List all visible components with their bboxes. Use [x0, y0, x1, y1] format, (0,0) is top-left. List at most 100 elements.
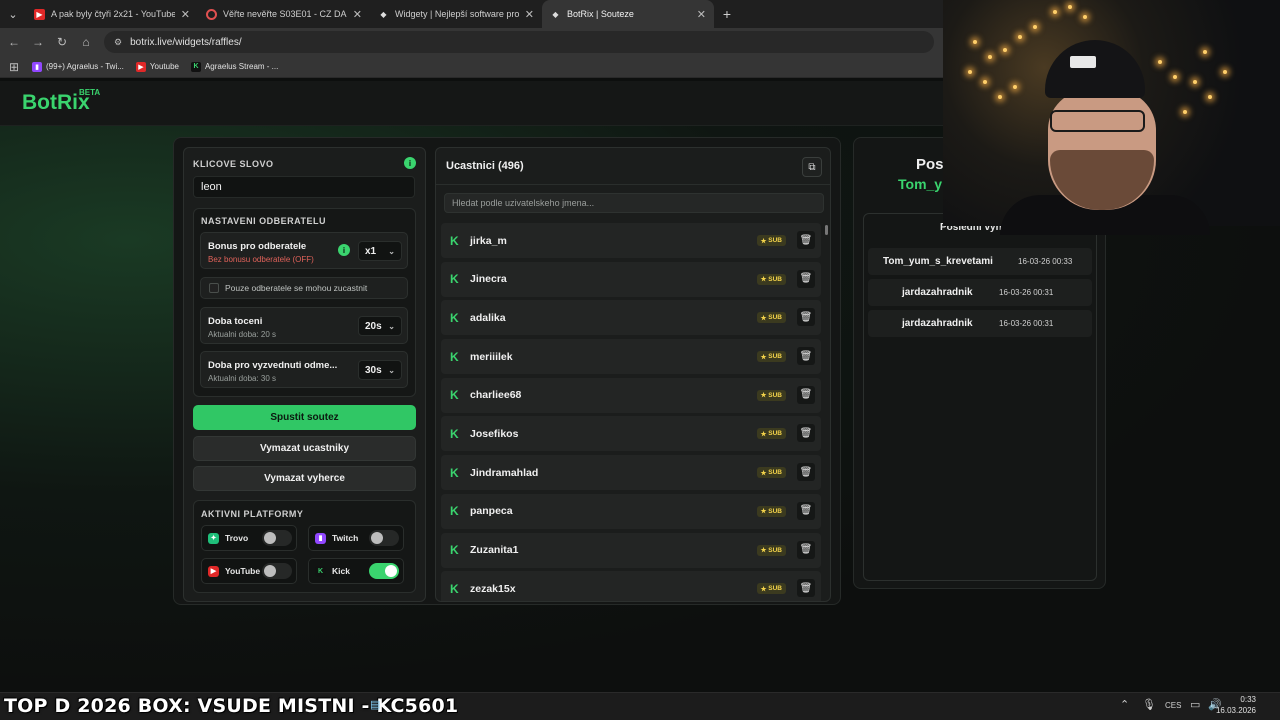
- platform-label: YouTube: [225, 566, 261, 576]
- sub-badge-label: SUB: [768, 353, 782, 361]
- url-text: botrix.live/widgets/raffles/: [130, 36, 242, 48]
- keyword-input[interactable]: leon: [193, 176, 415, 198]
- new-tab-button[interactable]: +: [714, 6, 740, 22]
- sub-badge: ★ SUB: [756, 389, 786, 401]
- bookmark-label: (99+) Agraelus - Twi...: [46, 62, 124, 71]
- bookmark-label: Agraelus Stream - ...: [204, 62, 279, 71]
- copy-icon[interactable]: ⧉: [802, 157, 822, 177]
- platform-toggle[interactable]: [262, 563, 292, 579]
- bookmark-item[interactable]: ▮ (99+) Agraelus - Twi...: [32, 61, 124, 72]
- botrix-icon: ◆: [552, 9, 559, 19]
- trash-icon[interactable]: 🗑: [797, 501, 815, 520]
- trash-icon[interactable]: 🗑: [797, 269, 815, 288]
- browser-tab[interactable]: ▶ A pak byly čtyři 2x21 - YouTube ✕: [26, 0, 198, 28]
- kick-icon: K: [450, 581, 459, 596]
- participant-name: Jinecra: [470, 273, 507, 286]
- cap-logo: [1070, 56, 1096, 68]
- clear-participants-button[interactable]: Vymazat ucastniky: [193, 436, 416, 461]
- forward-icon[interactable]: →: [26, 35, 50, 49]
- sub-badge: ★ SUB: [756, 505, 786, 517]
- clear-winners-button[interactable]: Vymazat vyherce: [193, 466, 416, 491]
- url-field[interactable]: ⚙ botrix.live/widgets/raffles/: [104, 31, 934, 53]
- participants-title: Ucastnici (496): [446, 160, 524, 172]
- beta-badge: BETA: [79, 88, 101, 97]
- trash-icon[interactable]: 🗑: [797, 424, 815, 443]
- info-icon[interactable]: i: [404, 157, 416, 169]
- browser-tab[interactable]: ◆ Widgety | Nejlepší software pro ✕: [370, 0, 542, 28]
- participant-search-input[interactable]: Hledat podle uzivatelskeho jmena...: [444, 193, 824, 213]
- trash-icon[interactable]: 🗑: [797, 540, 815, 559]
- participant-row: Kcharliee68 ★ SUB 🗑: [441, 377, 821, 413]
- winner-date: 16-03-26 00:31: [999, 288, 1054, 297]
- bonus-sub: Bez bonusu odberatele (OFF): [208, 255, 314, 264]
- trash-icon[interactable]: 🗑: [797, 579, 815, 598]
- sub-badge: ★ SUB: [756, 428, 786, 440]
- participant-name: Zuzanita1: [470, 544, 519, 556]
- trash-icon[interactable]: 🗑: [797, 463, 815, 482]
- last-winner-row: jardazahradnik 16-03-26 00:31: [868, 279, 1092, 306]
- select-value: 30s: [365, 364, 382, 376]
- select-value: x1: [365, 245, 377, 257]
- close-icon[interactable]: ✕: [697, 8, 706, 21]
- platform-toggle[interactable]: [369, 563, 399, 579]
- back-icon[interactable]: ←: [2, 35, 26, 49]
- chevron-up-icon[interactable]: ⌃: [1120, 698, 1129, 711]
- bookmark-label: Youtube: [149, 62, 179, 71]
- browser-tab-active[interactable]: ◆ BotRix | Souteze ✕: [542, 0, 714, 28]
- home-icon[interactable]: ⌂: [74, 35, 98, 49]
- bookmark-item[interactable]: K Agraelus Stream - ...: [190, 61, 279, 72]
- participant-list: Kjirka_m ★ SUB 🗑 K Jinecra ★ SUB 🗑 Kadalika ★ SU…: [441, 223, 821, 601]
- participant-name: Jindramahlad: [470, 466, 539, 479]
- close-icon[interactable]: ✕: [181, 8, 190, 21]
- apps-grid-icon[interactable]: ⊞: [2, 60, 26, 74]
- reload-icon[interactable]: ↻: [50, 35, 74, 49]
- sub-badge-label: SUB: [768, 507, 782, 515]
- bookmark-item[interactable]: ▶ Youtube: [135, 61, 179, 72]
- display-icon[interactable]: ▭: [1190, 698, 1200, 711]
- youtube-icon: ▶: [135, 61, 146, 72]
- sub-badge: ★ SUB: [756, 351, 786, 363]
- claim-duration-select[interactable]: 30s ⌄: [358, 360, 402, 380]
- platform-twitch: ▮ Twitch: [308, 525, 404, 551]
- participant-row: Kzezak15x ★ SUB 🗑: [441, 571, 821, 601]
- info-icon[interactable]: i: [338, 244, 350, 256]
- notepad-icon[interactable]: ▤: [370, 698, 380, 711]
- scrollbar[interactable]: [825, 223, 828, 598]
- close-icon[interactable]: ✕: [525, 8, 534, 21]
- trash-icon[interactable]: 🗑: [797, 385, 815, 404]
- botrix-logo[interactable]: BotRix BETA: [22, 88, 100, 115]
- platform-toggle[interactable]: [369, 530, 399, 546]
- microphone-icon[interactable]: 🎙: [1142, 698, 1156, 711]
- subs-only-row[interactable]: Pouze odberatele se mohou zucastnit: [200, 277, 408, 299]
- sub-badge-label: SUB: [768, 430, 782, 438]
- trash-icon[interactable]: 🗑: [797, 347, 815, 366]
- sub-badge-label: SUB: [768, 275, 782, 283]
- platform-trovo: ✦ Trovo: [201, 525, 297, 551]
- bonus-multiplier-select[interactable]: x1 ⌄: [358, 241, 402, 261]
- participant-name: Josefikos: [470, 427, 519, 440]
- close-icon[interactable]: ✕: [353, 8, 362, 21]
- participant-name: jirka_m: [470, 234, 507, 247]
- tab-search-icon[interactable]: ⌄: [0, 0, 26, 28]
- system-clock[interactable]: 0:33 16.03.2026: [1216, 694, 1256, 716]
- trash-icon[interactable]: 🗑: [797, 231, 815, 249]
- participant-row: Kpanpeca ★ SUB 🗑: [441, 493, 821, 529]
- language-indicator[interactable]: CES: [1165, 701, 1181, 710]
- chevron-down-icon: ⌄: [388, 321, 395, 331]
- subs-only-checkbox[interactable]: [209, 283, 219, 293]
- browser-tab[interactable]: Věřte nevěřte S03E01 - CZ DABI ✕: [198, 0, 370, 28]
- sub-badge-label: SUB: [768, 391, 782, 399]
- spin-duration-select[interactable]: 20s ⌄: [358, 316, 402, 336]
- start-raffle-button[interactable]: Spustit soutez: [193, 405, 416, 430]
- site-info-icon[interactable]: ⚙: [114, 37, 122, 48]
- kick-icon: K: [450, 465, 459, 480]
- platform-toggle[interactable]: [262, 530, 292, 546]
- winner-title: Pos: [916, 156, 944, 173]
- participant-row: Kmeriiilek ★ SUB 🗑: [441, 339, 821, 375]
- sub-badge: ★ SUB: [756, 273, 786, 285]
- tab-title: BotRix | Souteze: [567, 9, 634, 19]
- spin-title: Doba toceni: [208, 316, 263, 327]
- kick-icon: K: [450, 272, 459, 287]
- last-winner-row: jardazahradnik 16-03-26 00:31: [868, 310, 1092, 337]
- trash-icon[interactable]: 🗑: [797, 308, 815, 327]
